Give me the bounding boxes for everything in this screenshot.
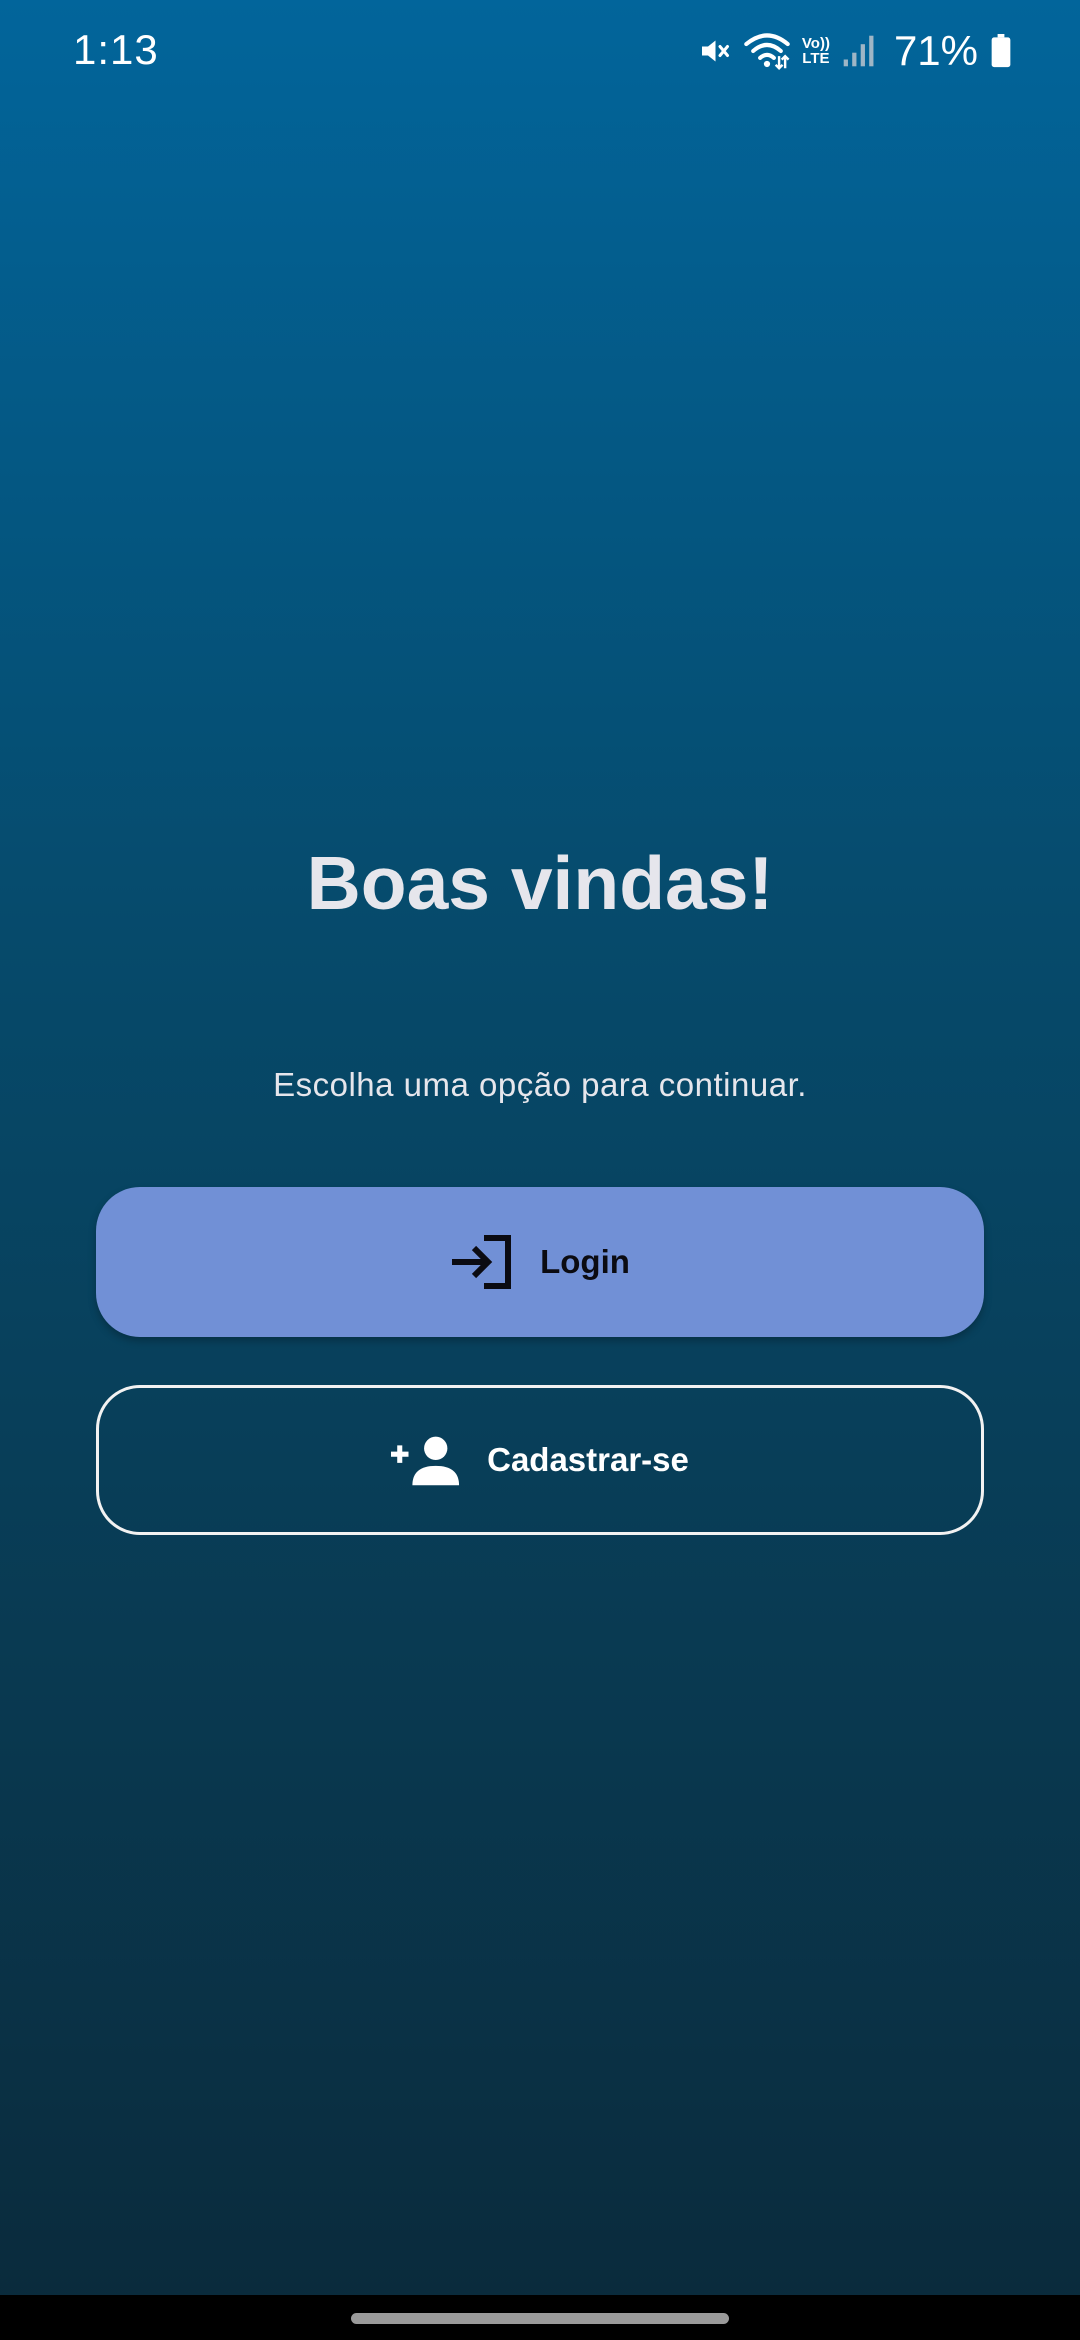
register-button-label: Cadastrar-se [487,1441,689,1478]
mute-icon [696,33,732,69]
status-bar: 1:13 Vo)) LTE 71% [0,0,1080,104]
login-button-label: Login [540,1243,630,1280]
register-button[interactable]: Cadastrar-se [96,1385,984,1535]
page-subtitle: Escolha uma opção para continuar. [273,1066,807,1103]
status-icons: Vo)) LTE 71% [696,26,1012,76]
login-button[interactable]: Login [96,1187,984,1337]
volte-icon: Vo)) LTE [801,35,830,67]
page-title: Boas vindas! [306,841,774,925]
status-time: 1:13 [73,26,159,73]
login-icon [450,1233,514,1291]
signal-icon [842,34,876,68]
wifi-icon [744,32,790,70]
navigation-bar [0,2295,1080,2340]
person-add-icon [391,1434,461,1486]
battery-icon [990,34,1012,68]
home-indicator[interactable] [351,2313,729,2324]
battery-percent: 71% [893,27,978,74]
